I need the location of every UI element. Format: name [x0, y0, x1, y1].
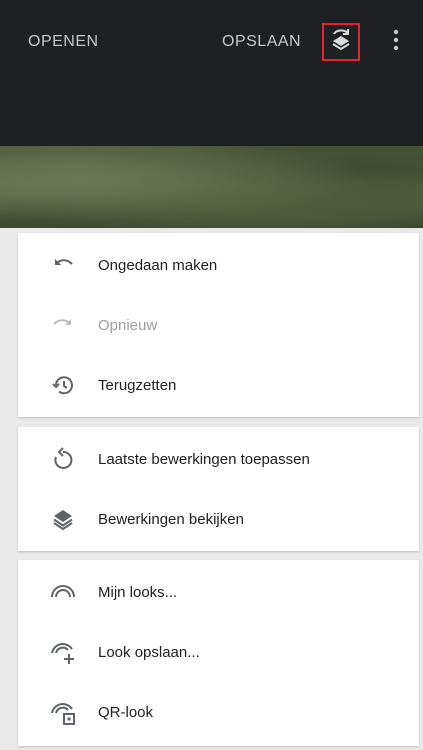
more-vert-icon — [393, 29, 399, 56]
menu-item-revert[interactable]: Terugzetten — [18, 357, 419, 413]
menu-item-label: Ongedaan maken — [98, 256, 218, 274]
looks-icon — [50, 579, 76, 605]
menu-group-looks: Mijn looks... Look opslaan... QR-look — [18, 560, 419, 746]
layers-undo-icon — [329, 27, 353, 58]
menu-group-history: Ongedaan maken Opnieuw Terugzetten — [18, 233, 419, 417]
menu-group-edits: Laatste bewerkingen toepassen Bewerkinge… — [18, 427, 419, 551]
menu-item-view-edits[interactable]: Bewerkingen bekijken — [18, 491, 419, 547]
menu-item-redo[interactable]: Opnieuw — [18, 297, 419, 353]
menu-item-label: Opnieuw — [98, 316, 158, 334]
menu-item-label: Bewerkingen bekijken — [98, 510, 244, 528]
app-bar: OPENEN OPSLAAN — [0, 0, 423, 146]
menu-item-save-look[interactable]: Look opslaan... — [18, 624, 419, 680]
menu-item-my-looks[interactable]: Mijn looks... — [18, 564, 419, 620]
menu-item-apply-last-edits[interactable]: Laatste bewerkingen toepassen — [18, 431, 419, 487]
layers-icon — [50, 506, 76, 532]
menu-item-label: QR-look — [98, 703, 154, 721]
save-button[interactable]: OPSLAAN — [222, 33, 301, 51]
looks-add-icon — [50, 639, 76, 665]
more-options-button[interactable] — [386, 28, 406, 56]
replay-icon — [50, 446, 76, 472]
edit-stack-button[interactable] — [322, 23, 360, 61]
menu-item-qr-look[interactable]: QR-look — [18, 684, 419, 740]
looks-qr-icon — [50, 699, 76, 725]
undo-icon — [50, 252, 76, 278]
menu-item-label: Terugzetten — [98, 376, 177, 394]
redo-icon — [50, 312, 76, 338]
menu-item-label: Laatste bewerkingen toepassen — [98, 450, 310, 468]
menu-item-label: Look opslaan... — [98, 643, 200, 661]
history-icon — [50, 372, 76, 398]
photo-preview — [0, 146, 423, 228]
open-button[interactable]: OPENEN — [28, 33, 99, 51]
menu-item-undo[interactable]: Ongedaan maken — [18, 237, 419, 293]
menu-item-label: Mijn looks... — [98, 583, 178, 601]
